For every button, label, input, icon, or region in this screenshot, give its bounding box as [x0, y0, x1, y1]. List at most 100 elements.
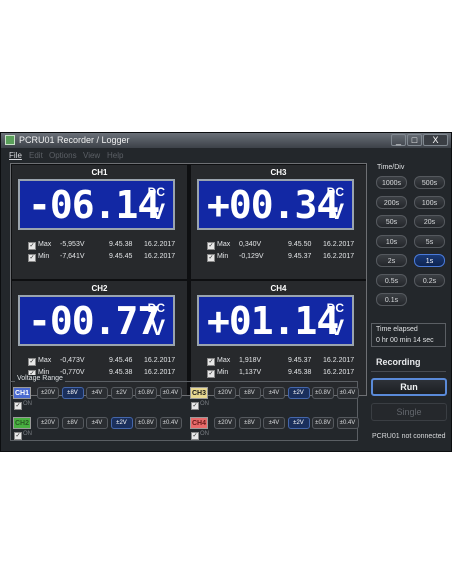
- max-date: 16.2.2017: [323, 357, 355, 364]
- time-div-button[interactable]: 1s: [414, 254, 445, 267]
- range-button[interactable]: ±0.4V: [159, 387, 182, 399]
- time-div-button[interactable]: 0.2s: [414, 273, 445, 287]
- channel-on-label: ON: [23, 431, 32, 437]
- time-elapsed-value: 0 hr 00 min 14 sec: [376, 337, 434, 344]
- lcd-display: +00.34 DC V: [197, 179, 354, 230]
- lcd-display: -06.14 DC V: [18, 179, 175, 230]
- time-div-button[interactable]: 500s: [414, 176, 445, 189]
- max-checkbox[interactable]: ✓: [207, 242, 215, 250]
- maximize-button[interactable]: □: [407, 134, 422, 146]
- channel-on-checkbox[interactable]: ✓: [191, 402, 199, 410]
- channel-panel-ch1: CH1 -06.14 DC V ✓ Max -5,953V 9.45.38 16…: [12, 165, 187, 279]
- menu-view[interactable]: View: [83, 151, 100, 160]
- channel-on-checkbox[interactable]: ✓: [14, 402, 22, 410]
- lcd-unit: V: [329, 199, 344, 224]
- max-date: 16.2.2017: [323, 241, 355, 248]
- min-row: ✓ Min -0,129V 9.45.37 16.2.2017: [207, 253, 362, 263]
- time-div-button[interactable]: 20s: [414, 215, 445, 228]
- range-button[interactable]: ±4V: [86, 417, 108, 429]
- minimize-button[interactable]: _: [391, 134, 406, 146]
- time-div-button[interactable]: 1000s: [376, 176, 407, 189]
- min-date: 16.2.2017: [323, 369, 355, 376]
- range-button[interactable]: ±4V: [86, 387, 108, 399]
- range-button[interactable]: ±0.8V: [135, 387, 157, 399]
- menu-file[interactable]: File: [9, 151, 22, 160]
- recording-label: Recording: [376, 357, 421, 367]
- max-date: 16.2.2017: [144, 241, 176, 248]
- close-button[interactable]: X: [423, 134, 448, 146]
- range-button[interactable]: ±0.8V: [312, 387, 334, 399]
- max-value: 0,340V: [239, 241, 262, 248]
- max-checkbox[interactable]: ✓: [28, 358, 36, 366]
- lcd-dc-label: DC: [147, 301, 165, 315]
- time-div-button[interactable]: 50s: [376, 215, 407, 228]
- range-button[interactable]: ±20V: [37, 387, 59, 399]
- range-button[interactable]: ±4V: [263, 417, 285, 429]
- range-button[interactable]: ±2V: [287, 417, 310, 429]
- range-button[interactable]: ±2V: [110, 417, 133, 429]
- min-value: 1,137V: [239, 369, 262, 376]
- channel-on-checkbox[interactable]: ✓: [191, 432, 199, 440]
- time-div-button[interactable]: 10s: [376, 234, 407, 248]
- min-row: ✓ Min -7,641V 9.45.45 16.2.2017: [28, 253, 183, 263]
- min-checkbox[interactable]: ✓: [207, 370, 215, 378]
- min-checkbox[interactable]: ✓: [28, 254, 36, 262]
- min-time: 9.45.37: [288, 253, 312, 260]
- run-button[interactable]: Run: [371, 378, 447, 396]
- range-button[interactable]: ±8V: [238, 387, 261, 399]
- range-button[interactable]: ±20V: [214, 417, 236, 429]
- max-time: 9.45.38: [109, 241, 133, 248]
- min-checkbox[interactable]: ✓: [207, 254, 215, 262]
- range-button[interactable]: ±2V: [110, 387, 133, 399]
- max-checkbox[interactable]: ✓: [28, 242, 36, 250]
- lcd-value: -00.77: [28, 299, 160, 343]
- time-div-button[interactable]: 200s: [376, 195, 407, 209]
- time-div-button[interactable]: 0.5s: [376, 273, 407, 287]
- max-checkbox[interactable]: ✓: [207, 358, 215, 366]
- time-div-button[interactable]: 100s: [414, 195, 445, 209]
- lcd-unit: V: [150, 199, 165, 224]
- range-button[interactable]: ±0.4V: [336, 417, 359, 429]
- min-date: 16.2.2017: [323, 253, 355, 260]
- app-icon: [5, 135, 15, 145]
- menu-help[interactable]: Help: [107, 151, 123, 160]
- lcd-value: -06.14: [28, 183, 160, 227]
- min-date: 16.2.2017: [144, 369, 176, 376]
- range-button[interactable]: ±8V: [238, 417, 261, 429]
- menu-options[interactable]: Options: [49, 151, 77, 160]
- channel-grid: CH1 -06.14 DC V ✓ Max -5,953V 9.45.38 16…: [10, 163, 367, 396]
- channel-tag-ch4: CH4: [190, 417, 208, 429]
- min-label: Min: [217, 253, 229, 260]
- window-title: PCRU01 Recorder / Logger: [19, 135, 130, 145]
- title-bar[interactable]: PCRU01 Recorder / Logger _ □ X: [1, 133, 451, 148]
- lcd-value: +01.14: [207, 299, 339, 343]
- min-label: Min: [217, 369, 229, 376]
- range-button[interactable]: ±2V: [287, 387, 310, 399]
- range-button[interactable]: ±0.8V: [135, 417, 157, 429]
- max-row: ✓ Max 1,918V 9.45.37 16.2.2017: [207, 357, 362, 367]
- channel-tag-ch3: CH3: [190, 387, 208, 399]
- range-button[interactable]: ±0.4V: [159, 417, 182, 429]
- range-button[interactable]: ±20V: [37, 417, 59, 429]
- max-label: Max: [217, 357, 231, 364]
- max-row: ✓ Max -0,473V 9.45.46 16.2.2017: [28, 357, 183, 367]
- channel-tag-ch1: CH1: [13, 387, 31, 399]
- menu-edit[interactable]: Edit: [29, 151, 43, 160]
- range-button[interactable]: ±8V: [61, 417, 84, 429]
- range-button[interactable]: ±8V: [61, 387, 84, 399]
- channel-on-checkbox[interactable]: ✓: [14, 432, 22, 440]
- channel-title: CH3: [270, 168, 287, 177]
- range-button[interactable]: ±0.8V: [312, 417, 334, 429]
- time-div-button[interactable]: 0.1s: [376, 293, 407, 306]
- min-time: 9.45.38: [109, 369, 133, 376]
- range-button[interactable]: ±4V: [263, 387, 285, 399]
- max-time: 9.45.37: [288, 357, 312, 364]
- time-div-button[interactable]: 5s: [414, 234, 445, 248]
- range-button[interactable]: ±20V: [214, 387, 236, 399]
- min-date: 16.2.2017: [144, 253, 176, 260]
- single-button[interactable]: Single: [371, 403, 447, 421]
- range-button[interactable]: ±0.4V: [336, 387, 359, 399]
- max-time: 9.45.46: [109, 357, 133, 364]
- recording-divider: [371, 371, 446, 372]
- time-div-button[interactable]: 2s: [376, 254, 407, 267]
